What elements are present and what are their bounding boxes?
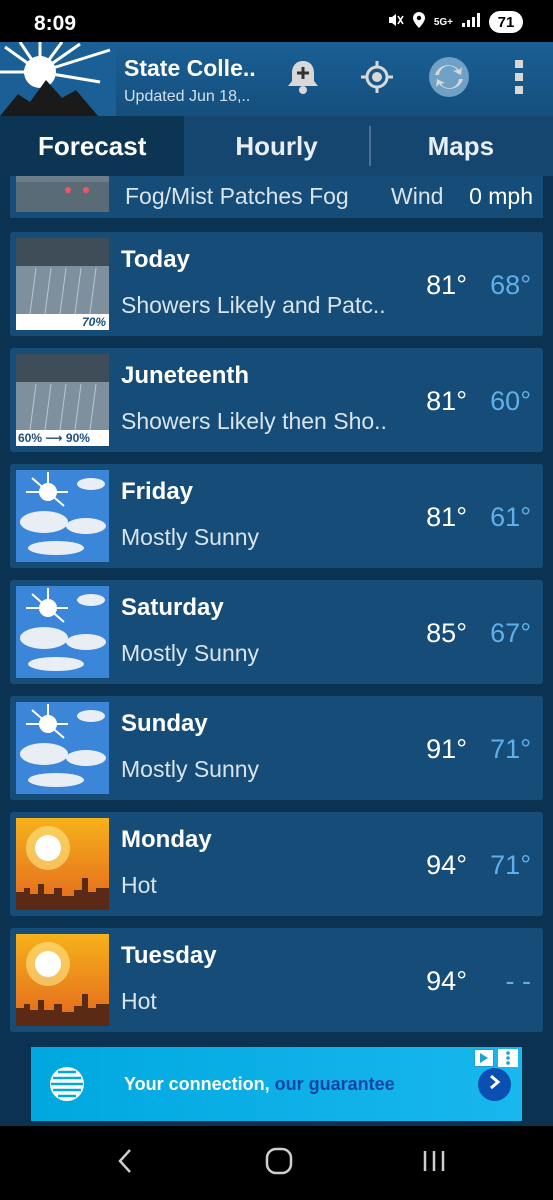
precip-chance: 60% ⟶ 90% <box>18 431 90 445</box>
mostly-sunny-icon <box>16 470 109 562</box>
low-temp: 61° <box>490 502 531 532</box>
forecast-summary: Hot <box>121 988 157 1014</box>
forecast-summary: Showers Likely and Patc.. <box>121 292 386 318</box>
low-temp: 67° <box>490 618 531 648</box>
precip-chance: 70% <box>81 315 106 329</box>
rain-icon: 70% <box>16 238 109 330</box>
more-vert-icon <box>514 59 524 100</box>
low-temp: 71° <box>490 734 531 764</box>
tab-forecast[interactable]: Forecast <box>0 116 185 176</box>
tab-bar: Forecast Hourly Maps <box>0 116 553 176</box>
forecast-summary: Showers Likely then Sho.. <box>121 408 387 434</box>
low-temp: - - <box>505 966 531 996</box>
updated-time: Updated Jun 18,.. <box>124 88 251 105</box>
refresh-icon <box>427 55 471 104</box>
day-name: Monday <box>121 826 212 853</box>
network-label: 5G+ <box>433 16 453 28</box>
app-header: State Colle.. Updated Jun 18,.. <box>0 41 553 116</box>
day-name: Saturday <box>121 594 224 621</box>
high-temp: 81° <box>426 502 467 532</box>
high-temp: 81° <box>426 270 467 300</box>
current-conditions-card[interactable]: Fog/Mist Patches Fog Wind 0 mph <box>10 176 543 218</box>
forecast-summary: Mostly Sunny <box>121 640 260 666</box>
back-icon <box>117 1148 133 1179</box>
ad-arrow-button[interactable] <box>478 1068 511 1101</box>
high-temp: 81° <box>426 386 467 416</box>
status-bar: 8:09 5G+ 71 <box>0 0 553 42</box>
wind-value: 0 mph <box>469 183 533 209</box>
recents-button[interactable] <box>414 1146 454 1180</box>
crosshair-icon <box>360 60 394 99</box>
ad-text-part1: Your connection, <box>124 1074 270 1094</box>
ad-banner[interactable]: Your connection, our guarantee <box>31 1047 522 1121</box>
home-icon <box>265 1147 293 1180</box>
recents-icon <box>421 1149 447 1178</box>
mostly-sunny-icon <box>16 586 109 678</box>
tab-hourly[interactable]: Hourly <box>184 116 368 176</box>
fog-icon <box>16 176 109 212</box>
forecast-card-tuesday[interactable]: Tuesday Hot 94° - - <box>10 928 543 1032</box>
chevron-right-icon <box>488 1074 502 1095</box>
low-temp: 71° <box>490 850 531 880</box>
wind-label: Wind <box>391 183 444 209</box>
forecast-card-monday[interactable]: Monday Hot 94° 71° <box>10 812 543 916</box>
app-logo <box>0 41 116 116</box>
system-nav-bar <box>0 1126 553 1200</box>
high-temp: 91° <box>426 734 467 764</box>
signal-icon <box>461 12 481 32</box>
mostly-sunny-icon <box>16 702 109 794</box>
forecast-summary: Mostly Sunny <box>121 524 260 550</box>
day-name: Tuesday <box>121 942 217 969</box>
location-title[interactable]: State Colle.. <box>124 55 256 82</box>
tab-divider <box>369 126 371 166</box>
att-logo-icon <box>49 1066 85 1107</box>
forecast-card-saturday[interactable]: Saturday Mostly Sunny 85° 67° <box>10 580 543 684</box>
high-temp: 85° <box>426 618 467 648</box>
mute-icon <box>386 11 404 33</box>
status-time: 8:09 <box>34 12 77 35</box>
back-button[interactable] <box>105 1146 145 1180</box>
forecast-card-juneteenth[interactable]: 60% ⟶ 90% Juneteenth Showers Likely then… <box>10 348 543 452</box>
forecast-card-friday[interactable]: Friday Mostly Sunny 81° 61° <box>10 464 543 568</box>
status-icons: 5G+ 71 <box>386 11 523 33</box>
location-icon <box>412 11 426 33</box>
day-name: Friday <box>121 478 194 505</box>
rain-icon: 60% ⟶ 90% <box>16 354 109 446</box>
overflow-menu-button[interactable] <box>494 54 544 104</box>
ad-text: Your connection, our guarantee <box>124 1074 395 1095</box>
forecast-summary: Hot <box>121 872 157 898</box>
day-name: Today <box>121 246 190 273</box>
alert-bell-button[interactable] <box>278 54 328 104</box>
home-button[interactable] <box>259 1146 299 1180</box>
ad-text-part2: our guarantee <box>269 1074 395 1094</box>
current-conditions-text: Fog/Mist Patches Fog <box>125 183 349 209</box>
day-name: Sunday <box>121 710 208 737</box>
day-name: Juneteenth <box>121 362 250 389</box>
forecast-card-today[interactable]: 70% Today Showers Likely and Patc.. 81° … <box>10 232 543 336</box>
forecast-card-sunday[interactable]: Sunday Mostly Sunny 91° 71° <box>10 696 543 800</box>
hot-icon <box>16 934 109 1026</box>
high-temp: 94° <box>426 850 467 880</box>
low-temp: 68° <box>490 270 531 300</box>
forecast-list[interactable]: Fog/Mist Patches Fog Wind 0 mph 70% Toda… <box>0 176 553 1126</box>
bell-plus-icon <box>285 58 321 101</box>
refresh-button[interactable] <box>424 54 474 104</box>
high-temp: 94° <box>426 966 467 996</box>
battery-icon: 71 <box>489 11 523 33</box>
forecast-summary: Mostly Sunny <box>121 756 260 782</box>
tab-maps[interactable]: Maps <box>369 116 553 176</box>
low-temp: 60° <box>490 386 531 416</box>
my-location-button[interactable] <box>352 54 402 104</box>
hot-icon <box>16 818 109 910</box>
